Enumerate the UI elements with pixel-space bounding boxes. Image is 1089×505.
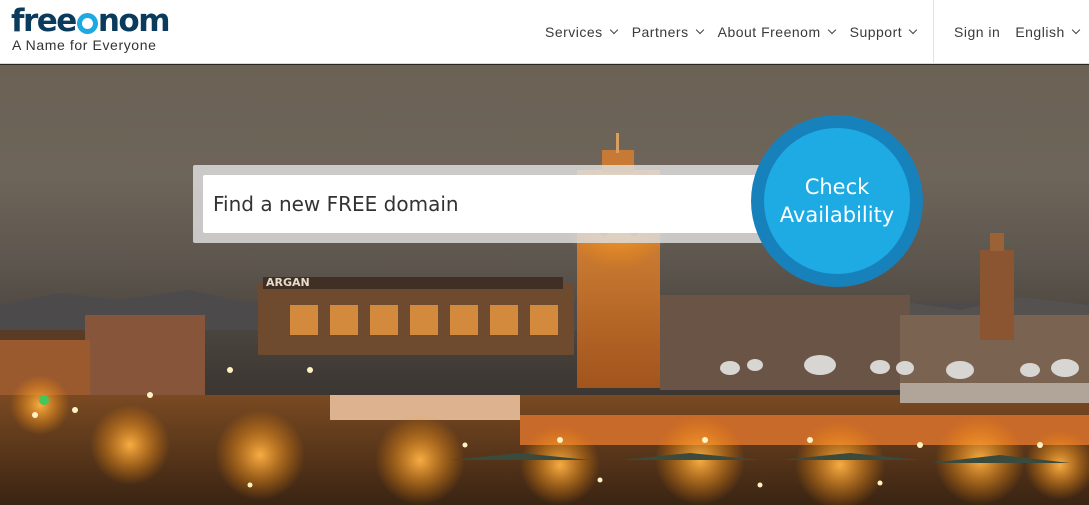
nav-partners[interactable]: Partners — [631, 24, 704, 40]
nav-about[interactable]: About Freenom — [717, 24, 836, 40]
nav-divider — [933, 0, 934, 64]
check-availability-button[interactable]: Check Availability — [751, 115, 923, 287]
nav-partners-label: Partners — [631, 24, 689, 40]
argan-sign: ARGAN — [266, 276, 310, 289]
chevron-down-icon — [1071, 25, 1080, 35]
freenom-logo[interactable]: free nom A Name for Everyone — [11, 3, 171, 53]
sign-in-label: Sign in — [954, 24, 1001, 40]
language-label: English — [1015, 24, 1065, 40]
chevron-down-icon — [695, 25, 704, 35]
logo-o-icon — [76, 12, 98, 34]
hero-background-image: ARGAN — [0, 133, 1089, 505]
nav-services-label: Services — [545, 24, 603, 40]
site-header: free nom A Name for Everyone Services Par… — [0, 0, 1089, 64]
account-nav: Sign in English — [954, 0, 1080, 64]
chevron-down-icon — [609, 25, 618, 35]
check-label-line2: Availability — [779, 203, 895, 227]
logo-tagline: A Name for Everyone — [12, 37, 157, 53]
chevron-down-icon — [908, 25, 918, 35]
nav-support[interactable]: Support — [849, 24, 918, 40]
check-availability-inner: Check Availability — [764, 128, 910, 274]
nav-support-label: Support — [849, 24, 903, 40]
language-selector[interactable]: English — [1015, 24, 1080, 40]
main-nav: Services Partners About Freenom Support — [545, 0, 931, 64]
check-label-line1: Check — [804, 175, 870, 199]
logo-wordmark: free nom — [11, 3, 171, 39]
logo-text-free: free — [11, 3, 77, 39]
nav-services[interactable]: Services — [545, 24, 618, 40]
hero-banner: ARGAN — [0, 65, 1089, 505]
sign-in-link[interactable]: Sign in — [954, 24, 1000, 40]
chevron-down-icon — [827, 25, 836, 35]
nav-about-label: About Freenom — [717, 24, 821, 40]
logo-text-nom: nom — [97, 3, 171, 39]
domain-search-input[interactable] — [203, 175, 783, 233]
